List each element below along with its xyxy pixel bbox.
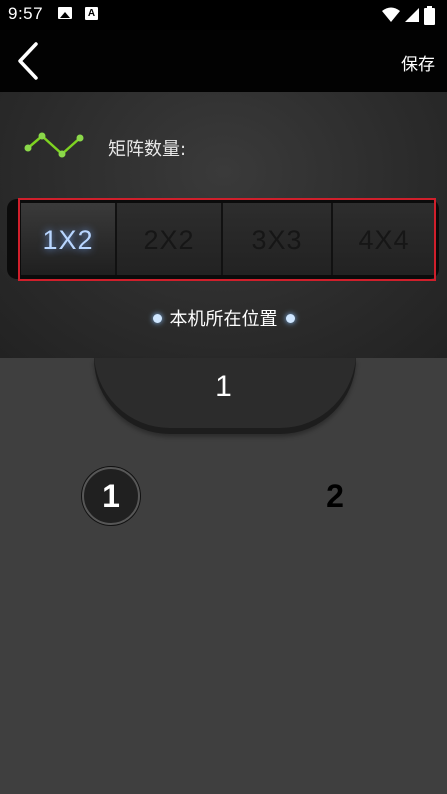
bullet-dot-icon: [152, 313, 162, 323]
matrix-option-3x3[interactable]: 3X3: [223, 203, 333, 275]
signal-icon: [405, 8, 419, 22]
back-button[interactable]: [10, 40, 50, 82]
host-location-text: 本机所在位置: [169, 309, 278, 330]
matrix-selector: 1X2 2X2 3X3 4X4: [7, 199, 439, 279]
matrix-graph-icon: [24, 132, 84, 158]
host-location-label: 本机所在位置: [0, 305, 447, 331]
bullet-dot-icon: [285, 313, 295, 323]
status-time: 9:57: [8, 4, 44, 23]
matrix-option-1x2[interactable]: 1X2: [21, 203, 117, 275]
battery-icon: [424, 6, 435, 25]
image-notification-icon: [58, 7, 72, 19]
position-1-number: 1: [102, 478, 120, 514]
status-bar: 9:57 A: [0, 0, 447, 30]
matrix-option-4x4[interactable]: 4X4: [333, 203, 435, 275]
matrix-option-label: 3X3: [251, 225, 303, 255]
wifi-icon: [382, 7, 400, 22]
app-header: 保存: [0, 30, 447, 92]
a-notification-icon: A: [85, 7, 98, 20]
position-2-number[interactable]: 2: [308, 478, 362, 515]
host-number: 1: [215, 370, 232, 403]
matrix-option-label: 2X2: [143, 225, 195, 255]
matrix-option-label: 1X2: [42, 225, 94, 255]
matrix-count-label: 矩阵数量:: [108, 139, 187, 160]
back-arrow-icon: [18, 42, 38, 80]
app-screen: 9:57 A 保存 矩阵数量: 1X2 2X2 3X3 4X4 本机所在位置 1…: [0, 0, 447, 794]
matrix-option-2x2[interactable]: 2X2: [117, 203, 223, 275]
matrix-option-label: 4X4: [358, 225, 410, 255]
save-button[interactable]: 保存: [401, 50, 435, 75]
